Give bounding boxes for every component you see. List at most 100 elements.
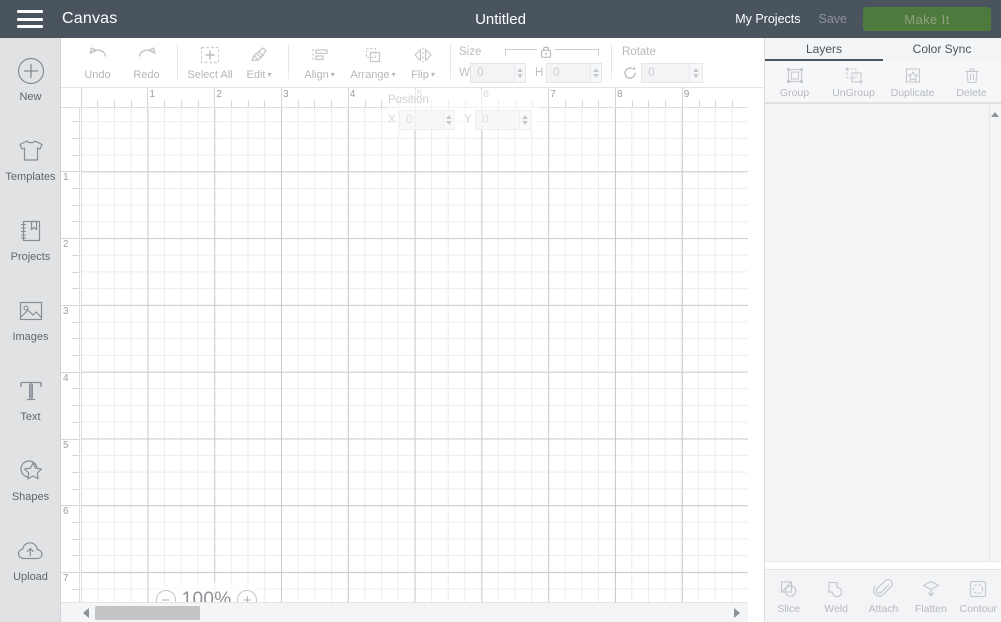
height-stepper[interactable]: [589, 63, 602, 83]
rotate-panel: Rotate 0: [612, 38, 712, 87]
ruler-tick: [72, 188, 79, 189]
scroll-left-arrow[interactable]: [83, 608, 89, 618]
duplicate-button[interactable]: Duplicate: [883, 61, 942, 102]
make-it-button[interactable]: Make It: [863, 7, 991, 31]
horizontal-scroll-thumb[interactable]: [95, 606, 200, 620]
canvas-area[interactable]: 12345678910 1234567 − 100% +: [61, 88, 764, 622]
ruler-tick: [164, 100, 166, 107]
flip-button[interactable]: Flip ▾: [402, 42, 444, 81]
layers-scroll-up-arrow[interactable]: [991, 112, 999, 117]
scroll-right-arrow[interactable]: [734, 608, 740, 618]
y-label: Y: [464, 114, 472, 126]
chevron-down-icon: ▾: [267, 70, 272, 79]
ruler-tick: [72, 538, 79, 540]
ruler-tick: [97, 100, 99, 107]
group-button[interactable]: Group: [765, 61, 824, 102]
contour-button[interactable]: Contour: [955, 570, 1001, 622]
arrange-button[interactable]: Arrange ▾: [344, 42, 402, 81]
canvas-grid[interactable]: − 100% +: [81, 108, 748, 602]
edit-pencil-icon: [248, 42, 270, 68]
arrange-tool-group: Align ▾ Arrange ▾ Flip ▾: [295, 38, 444, 87]
rotate-header: Rotate: [622, 43, 712, 60]
ruler-tick: [281, 88, 282, 107]
undo-button[interactable]: Undo: [73, 42, 122, 81]
vertical-ruler: 1 2 3 4 5 6 7: [61, 108, 80, 602]
width-input[interactable]: 0: [470, 63, 514, 83]
canvas-toolbar: Undo Redo Select All Edit ▾ Align ▾ Arra…: [61, 38, 764, 88]
ruler-label: 7: [63, 573, 69, 585]
attach-button[interactable]: Attach: [860, 570, 907, 622]
width-stepper[interactable]: [513, 63, 526, 83]
sidebar-item-label: Projects: [10, 250, 51, 263]
trash-icon: [962, 65, 982, 86]
position-panel: Position X 0 Y 0: [388, 90, 540, 130]
flatten-label: Flatten: [914, 602, 947, 615]
weld-button[interactable]: Weld: [812, 570, 859, 622]
ungroup-label: UnGroup: [832, 86, 875, 99]
align-icon: [309, 42, 331, 68]
zoom-in-button[interactable]: +: [237, 590, 258, 602]
undo-icon: [87, 42, 109, 68]
canvas-horizontal-scrollbar[interactable]: [61, 602, 748, 622]
ungroup-button[interactable]: UnGroup: [824, 61, 883, 102]
layers-scrollbar[interactable]: [989, 104, 1001, 562]
delete-button[interactable]: Delete: [942, 61, 1001, 102]
slice-button[interactable]: Slice: [765, 570, 812, 622]
sidebar-item-shapes[interactable]: Shapes: [0, 438, 61, 518]
save-button[interactable]: Save: [819, 12, 848, 26]
redo-button[interactable]: Redo: [122, 42, 171, 81]
sidebar-item-projects[interactable]: Projects: [0, 198, 61, 278]
height-label: H: [535, 67, 544, 79]
y-stepper[interactable]: [518, 110, 531, 130]
hamburger-icon[interactable]: [17, 10, 43, 28]
sidebar-item-label: New: [19, 90, 42, 103]
ruler-tick: [564, 100, 566, 107]
position-inputs: X 0 Y 0: [388, 110, 540, 130]
y-input[interactable]: 0: [475, 110, 519, 130]
x-stepper[interactable]: [442, 110, 455, 130]
left-sidebar: New Templates Projects Images Text Shape…: [0, 38, 61, 622]
ruler-tick: [80, 88, 82, 107]
rotate-stepper[interactable]: [689, 63, 703, 83]
sidebar-item-templates[interactable]: Templates: [0, 118, 61, 198]
redo-icon: [136, 42, 158, 68]
select-all-label: Select All: [187, 69, 233, 81]
tab-layers[interactable]: Layers: [765, 38, 883, 61]
my-projects-link[interactable]: My Projects: [735, 12, 800, 26]
sidebar-item-label: Shapes: [11, 490, 50, 503]
ruler-tick: [72, 254, 79, 256]
ruler-tick: [665, 100, 667, 107]
tab-color-sync[interactable]: Color Sync: [883, 38, 1001, 61]
sidebar-item-new[interactable]: New: [0, 38, 61, 118]
flatten-button[interactable]: Flatten: [907, 570, 954, 622]
ruler-tick: [72, 421, 79, 423]
sidebar-item-images[interactable]: Images: [0, 278, 61, 358]
zoom-out-button[interactable]: −: [155, 590, 176, 602]
shapes-star-icon: [17, 454, 45, 488]
image-icon: [17, 294, 45, 328]
select-all-button[interactable]: Select All: [184, 42, 236, 81]
ruler-tick: [72, 405, 79, 407]
ruler-tick: [147, 88, 149, 107]
shape-operations-toolbar: Slice Weld Attach Flatten Contour: [765, 569, 1001, 622]
sidebar-item-text[interactable]: Text: [0, 358, 61, 438]
edit-button[interactable]: Edit ▾: [236, 42, 282, 81]
sidebar-item-label: Templates: [5, 170, 56, 183]
ruler-tick: [72, 271, 79, 273]
contour-label: Contour: [959, 602, 997, 615]
rotate-input[interactable]: 0: [641, 63, 690, 83]
ruler-label: 8: [617, 89, 623, 100]
lock-icon[interactable]: [537, 44, 556, 59]
x-input[interactable]: 0: [399, 110, 443, 130]
ruler-tick: [72, 355, 79, 356]
right-panel-tabs: Layers Color Sync: [765, 38, 1001, 61]
sidebar-item-upload[interactable]: Upload: [0, 518, 61, 598]
ruler-tick: [72, 137, 79, 139]
ruler-tick: [731, 100, 733, 107]
tshirt-icon: [16, 134, 46, 168]
height-input[interactable]: 0: [546, 63, 590, 83]
arrange-label: Arrange ▾: [350, 69, 395, 81]
ruler-label: 3: [283, 89, 289, 100]
undo-label: Undo: [84, 69, 111, 81]
align-button[interactable]: Align ▾: [295, 42, 344, 81]
